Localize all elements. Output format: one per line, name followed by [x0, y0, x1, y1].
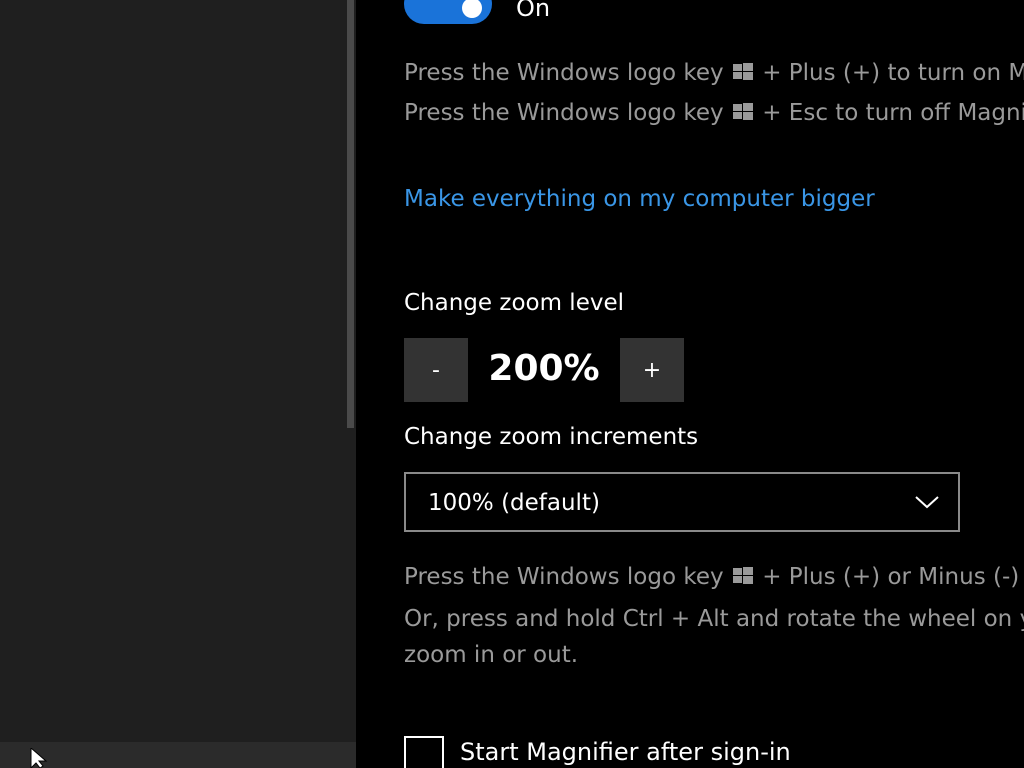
zoom-level-label: Change zoom level	[404, 290, 624, 316]
make-everything-bigger-link[interactable]: Make everything on my computer bigger	[404, 186, 875, 212]
hint-turn-on-text-2: + Plus (+) to turn on Magnifier.	[762, 60, 1024, 86]
zoom-hint-keyboard: Press the Windows logo key + Plus (+) or…	[404, 564, 1024, 590]
zoom-in-button[interactable]: +	[620, 338, 684, 402]
hint-turn-on: Press the Windows logo key + Plus (+) to…	[404, 60, 1024, 86]
chevron-down-icon	[915, 496, 939, 509]
windows-logo-icon	[732, 63, 753, 80]
hint-turn-off: Press the Windows logo key + Esc to turn…	[404, 100, 1024, 126]
zoom-out-button-label: -	[432, 357, 440, 383]
windows-logo-icon	[732, 567, 753, 584]
zoom-increments-label: Change zoom increments	[404, 424, 699, 450]
zoom-hint-mouse-continued: zoom in or out.	[404, 642, 579, 668]
magnifier-settings-content: On Press the Windows logo key + Plus (+)…	[356, 0, 1024, 768]
navigation-pane	[0, 0, 356, 768]
hint-turn-off-text-2: + Esc to turn off Magnifier.	[762, 100, 1024, 126]
toggle-state-label: On	[516, 0, 551, 22]
toggle-knob	[462, 0, 482, 18]
zoom-hint-keyboard-text-1: Press the Windows logo key	[404, 564, 724, 590]
zoom-hint-mouse: Or, press and hold Ctrl + Alt and rotate…	[404, 606, 1024, 632]
zoom-level-value: 200%	[488, 348, 600, 389]
start-after-signin-label[interactable]: Start Magnifier after sign-in	[460, 738, 791, 766]
nav-scrollbar[interactable]	[347, 0, 354, 428]
nav-item-hovered[interactable]	[0, 742, 356, 768]
hint-turn-off-text-1: Press the Windows logo key	[404, 100, 724, 126]
zoom-in-button-label: +	[642, 357, 662, 383]
zoom-hint-keyboard-text-2: + Plus (+) or Minus (-) to zoom in or ou…	[762, 564, 1024, 590]
hint-turn-on-text-1: Press the Windows logo key	[404, 60, 724, 86]
mouse-pointer-icon	[30, 748, 48, 768]
zoom-increments-dropdown[interactable]: 100% (default)	[404, 472, 960, 532]
windows-logo-icon	[732, 103, 753, 120]
magnifier-toggle[interactable]	[404, 0, 492, 24]
settings-window: On Press the Windows logo key + Plus (+)…	[0, 0, 1024, 768]
zoom-out-button[interactable]: -	[404, 338, 468, 402]
start-after-signin-checkbox[interactable]	[404, 736, 444, 768]
zoom-increments-selected: 100% (default)	[428, 490, 600, 516]
